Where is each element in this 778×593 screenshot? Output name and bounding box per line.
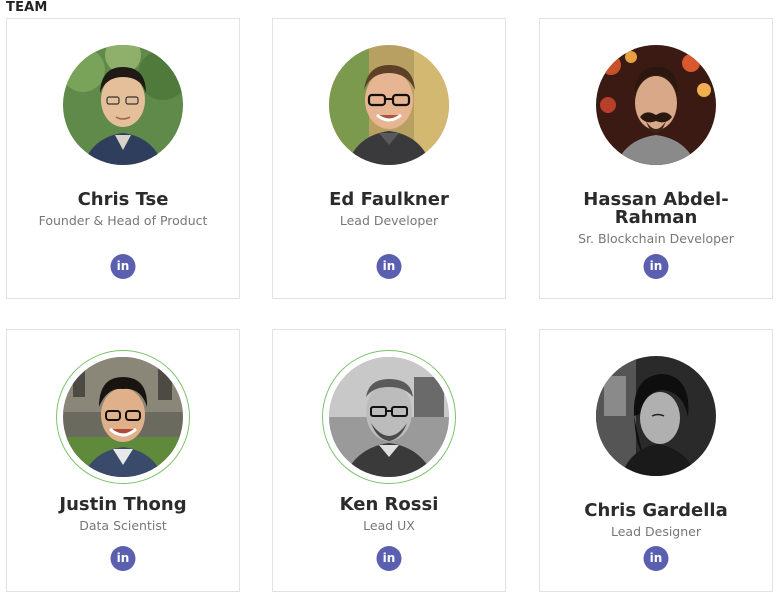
member-name: Ed Faulkner — [329, 189, 449, 210]
linkedin-icon[interactable]: in — [643, 546, 669, 571]
linkedin-icon[interactable]: in — [643, 254, 669, 279]
team-card-ken-rossi: Ken Rossi Lead UX in — [272, 329, 506, 592]
avatar-wrap — [56, 350, 190, 484]
member-name: Justin Thong — [59, 494, 187, 515]
linkedin-icon[interactable]: in — [376, 254, 402, 279]
member-name: Chris Tse — [77, 189, 169, 210]
linkedin-icon[interactable]: in — [110, 546, 136, 571]
section-title: TEAM — [6, 0, 48, 15]
avatar — [596, 356, 716, 476]
team-card-justin-thong: Justin Thong Data Scientist in — [6, 329, 240, 592]
linkedin-icon[interactable]: in — [376, 546, 402, 571]
team-card-ed-faulkner: Ed Faulkner Lead Developer in — [272, 18, 506, 299]
avatar — [329, 357, 449, 477]
member-role: Lead Developer — [339, 213, 439, 228]
team-card-hassan-abdel-rahman: Hassan Abdel-Rahman Sr. Blockchain Devel… — [539, 18, 773, 299]
linkedin-icon[interactable]: in — [110, 254, 136, 279]
team-card-chris-gardella: Chris Gardella Lead Designer in — [539, 329, 773, 592]
member-name: Ken Rossi — [339, 494, 439, 515]
member-role: Data Scientist — [79, 518, 167, 533]
avatar — [63, 45, 183, 165]
avatar-wrap — [596, 45, 716, 165]
member-role: Lead Designer — [611, 524, 701, 539]
member-role: Sr. Blockchain Developer — [578, 231, 734, 246]
avatar — [596, 45, 716, 165]
avatar — [329, 45, 449, 165]
team-card-chris-tse: Chris Tse Founder & Head of Product in — [6, 18, 240, 299]
member-name: Chris Gardella — [584, 500, 728, 521]
avatar-wrap — [329, 45, 449, 165]
avatar-wrap — [596, 356, 716, 476]
member-name: Hassan Abdel-Rahman — [583, 189, 729, 228]
avatar-wrap — [322, 350, 456, 484]
avatar-wrap — [63, 45, 183, 165]
member-role: Lead UX — [363, 518, 415, 533]
member-role: Founder & Head of Product — [38, 213, 208, 228]
avatar — [63, 357, 183, 477]
